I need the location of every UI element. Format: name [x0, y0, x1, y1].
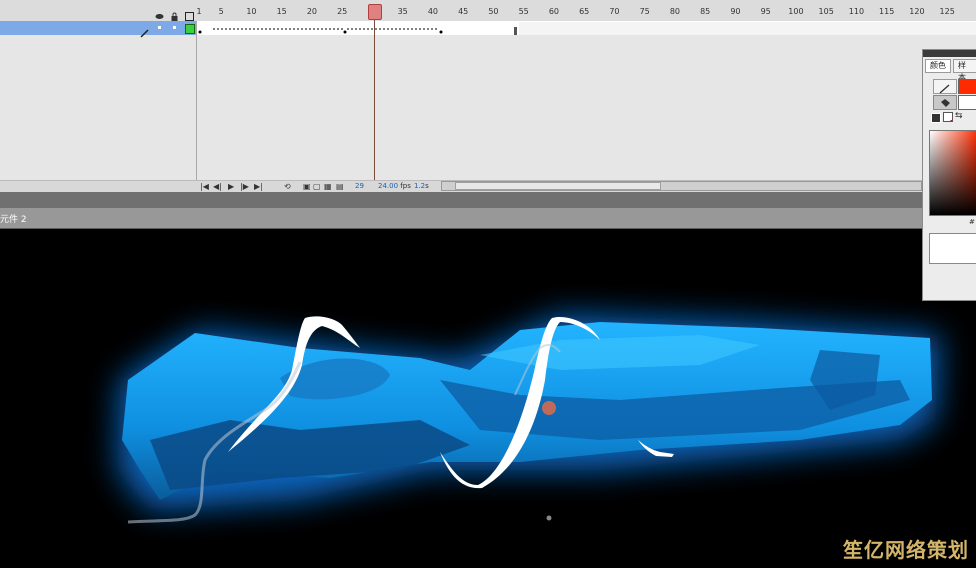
ruler-tick-label: 70 [609, 7, 620, 16]
edit-multiple-frames-icon[interactable]: ▦ [324, 182, 332, 191]
onion-skin-icon[interactable]: ▣ [303, 182, 311, 191]
ruler-tick-label: 85 [700, 7, 711, 16]
panel-separator[interactable] [0, 192, 976, 208]
color-preview [929, 233, 976, 264]
timeline-panel: 1510152025303540455055606570758085909510… [0, 0, 976, 193]
ruler-tick-label: 80 [669, 7, 681, 16]
default-colors-icon[interactable] [931, 113, 941, 123]
hex-label: # [969, 218, 975, 226]
empty-layer-area [197, 35, 976, 180]
paint-bucket-icon[interactable] [933, 95, 957, 110]
play-icon[interactable]: ▶ [228, 182, 234, 191]
ruler-tick-label: 20 [306, 7, 318, 16]
ruler-tick-label: 50 [488, 7, 499, 16]
color-picker-field[interactable] [929, 130, 976, 216]
modify-markers-icon[interactable]: ▤ [336, 182, 344, 191]
pencil-icon [140, 23, 150, 42]
ruler-tick-label: 55 [518, 7, 529, 16]
no-color-icon[interactable] [943, 112, 953, 122]
onion-outline-icon[interactable]: ▢ [313, 182, 321, 191]
ruler-tick-label: 10 [246, 7, 257, 16]
layer-frames[interactable] [197, 21, 976, 36]
timeline-scroll-thumb[interactable] [455, 182, 661, 190]
ruler-tick-label: 1 [196, 7, 202, 16]
tab-color[interactable]: 颜色 [925, 59, 951, 73]
edit-bar [0, 208, 976, 229]
timeline-ruler[interactable]: 1510152025303540455055606570758085909510… [0, 0, 976, 22]
ruler-tick-label: 65 [579, 7, 590, 16]
playhead-line [374, 12, 375, 180]
swap-colors-icon[interactable]: ⇆ [955, 111, 963, 121]
outline-icon[interactable] [185, 6, 194, 21]
layer-color-icon[interactable] [185, 24, 195, 34]
ruler-tick-label: 110 [848, 7, 865, 16]
fill-color-swatch[interactable] [958, 95, 976, 110]
ruler-tick-label: 25 [337, 7, 348, 16]
playhead[interactable] [368, 4, 382, 20]
ruler-tick-label: 105 [818, 7, 834, 16]
transform-point [542, 401, 556, 415]
last-frame-icon[interactable]: ▶| [254, 182, 263, 191]
frame-sequence[interactable] [197, 22, 976, 36]
ruler-tick-label: 35 [397, 7, 408, 16]
next-frame-icon[interactable]: |▶ [240, 182, 249, 191]
ruler-tick-label: 115 [879, 7, 895, 16]
frame-rate[interactable]: 24.00 fps [378, 182, 411, 190]
stage-artwork[interactable] [0, 229, 976, 564]
stroke-color-swatch[interactable] [958, 79, 976, 94]
ruler-tick-label: 125 [939, 7, 955, 16]
lock-icon[interactable] [170, 6, 179, 21]
registration-point [546, 515, 552, 521]
pencil-icon[interactable] [933, 79, 957, 94]
ruler-tick-label: 40 [427, 7, 439, 16]
ruler-tick-label: 95 [760, 7, 771, 16]
ruler-tick-label: 45 [458, 7, 469, 16]
eye-icon[interactable] [155, 6, 164, 19]
ruler-tick-label: 5 [218, 7, 224, 16]
layer-visible-dot[interactable] [158, 26, 161, 29]
tab-swatches[interactable]: 样本 [953, 59, 976, 82]
ruler-tick-label: 60 [548, 7, 560, 16]
watermark: 笙亿网络策划 [843, 538, 969, 562]
elapsed-time[interactable]: 1.2s [414, 182, 429, 190]
ruler-tick-label: 15 [276, 7, 287, 16]
panel-grip[interactable] [923, 50, 976, 57]
loop-icon[interactable]: ⟲ [284, 182, 291, 191]
first-frame-icon[interactable]: |◀ [200, 182, 209, 191]
ruler-tick-label: 90 [730, 7, 741, 16]
symbol-breadcrumb[interactable]: 元件 2 [0, 212, 27, 225]
layer-row-selected[interactable] [0, 21, 197, 38]
stage[interactable] [0, 229, 976, 564]
prev-frame-icon[interactable]: ◀| [213, 182, 222, 191]
ruler-tick-label: 120 [909, 7, 925, 16]
ruler-tick-label: 100 [788, 7, 804, 16]
current-frame[interactable]: 29 [355, 182, 364, 190]
color-panel: 颜色 样本 ⇆ # [922, 49, 976, 301]
layer-divider [196, 21, 197, 181]
ruler-tick-label: 75 [639, 7, 650, 16]
layer-lock-dot[interactable] [173, 26, 176, 29]
